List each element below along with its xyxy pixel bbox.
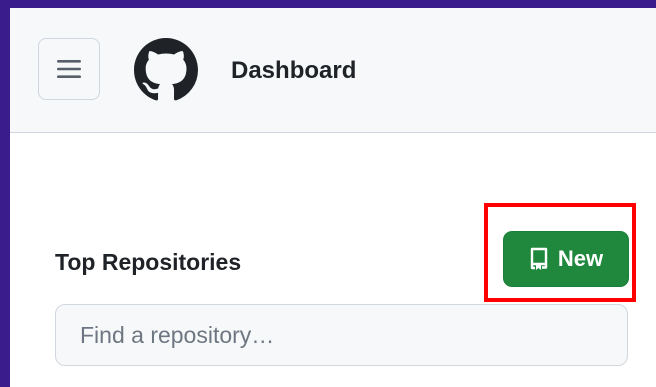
github-logo-icon	[134, 38, 198, 102]
new-button-label: New	[557, 246, 604, 271]
find-repository-input[interactable]	[55, 304, 628, 366]
hamburger-menu-icon	[57, 59, 81, 79]
top-repositories-heading: Top Repositories	[55, 249, 242, 275]
page-title: Dashboard	[231, 57, 357, 84]
menu-button[interactable]	[38, 38, 100, 100]
github-logo-link[interactable]	[134, 38, 198, 102]
new-repository-button[interactable]: New	[503, 231, 629, 287]
app-frame: Dashboard Top Repositories New	[10, 8, 656, 387]
global-header: Dashboard	[10, 8, 656, 133]
repo-icon	[529, 247, 549, 271]
